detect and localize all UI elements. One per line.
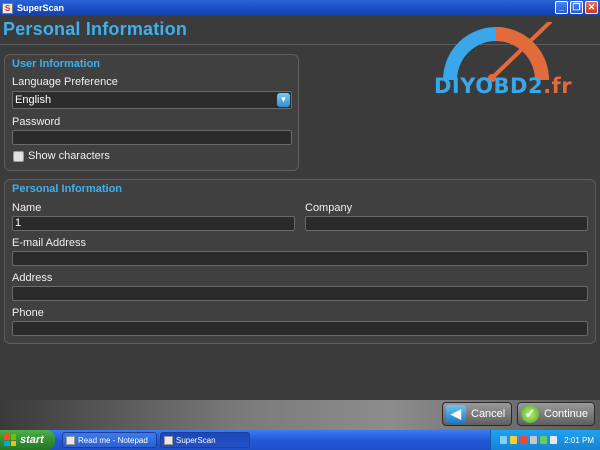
windows-logo-icon — [4, 434, 16, 446]
language-select-value: English — [15, 94, 52, 106]
clock[interactable]: 2:01 PM — [564, 436, 594, 445]
restore-icon[interactable]: ❐ — [570, 1, 583, 14]
language-preference-label: Language Preference — [12, 76, 118, 88]
continue-button[interactable]: ✓ Continue — [517, 402, 595, 426]
cancel-button-label: Cancel — [471, 408, 506, 420]
taskbar-item-notepad[interactable]: Read me - Notepad — [62, 432, 157, 448]
checkmark-icon: ✓ — [521, 405, 539, 423]
user-information-group: User Information Language Preference Eng… — [4, 54, 299, 171]
gauge-icon — [443, 20, 552, 82]
app-content: Personal Information DIYOBD2.fr User Inf… — [0, 16, 600, 430]
tray-info-icon[interactable] — [500, 436, 508, 444]
group-title-user-information: User Information — [12, 58, 101, 70]
window-title: SuperScan — [17, 3, 65, 13]
minimize-icon[interactable]: _ — [555, 1, 568, 14]
tray-network-icon[interactable] — [510, 436, 518, 444]
tray-usb-icon[interactable] — [530, 436, 538, 444]
name-field[interactable]: 1 — [12, 216, 295, 231]
password-label: Password — [12, 116, 61, 128]
window-controls: _ ❐ ✕ — [555, 1, 598, 14]
group-title-personal-information: Personal Information — [12, 183, 123, 195]
cancel-button[interactable]: ◀ Cancel — [442, 402, 512, 426]
tray-security-icon[interactable] — [520, 436, 528, 444]
personal-information-group: Personal Information Name 1 Company E-ma… — [4, 179, 596, 344]
close-icon[interactable]: ✕ — [585, 1, 598, 14]
start-button[interactable]: start — [0, 430, 55, 450]
tray-volume-icon[interactable] — [550, 436, 558, 444]
taskbar-item-superscan[interactable]: SuperScan — [160, 432, 250, 448]
taskbar-item-label: Read me - Notepad — [78, 435, 148, 445]
action-bar: ◀ Cancel ✓ Continue — [0, 400, 600, 430]
name-label: Name — [12, 202, 42, 214]
continue-button-label: Continue — [544, 408, 589, 420]
company-label: Company — [305, 202, 353, 214]
email-label: E-mail Address — [12, 237, 86, 249]
page-title: Personal Information — [3, 19, 188, 39]
tray-app-icon[interactable] — [540, 436, 548, 444]
notepad-icon — [66, 435, 75, 445]
brand-logo: DIYOBD2.fr — [432, 20, 582, 104]
address-field[interactable] — [12, 286, 588, 301]
taskbar: start Read me - Notepad SuperScan 2:01 P… — [0, 430, 600, 450]
start-label: start — [20, 434, 44, 446]
phone-label: Phone — [12, 307, 44, 319]
logo-text: DIYOBD2.fr — [434, 74, 573, 98]
language-select[interactable]: English ▼ — [12, 91, 292, 109]
system-tray: 2:01 PM — [490, 430, 600, 450]
phone-field[interactable] — [12, 321, 588, 336]
arrow-left-icon: ◀ — [446, 405, 466, 423]
chevron-down-icon[interactable]: ▼ — [277, 93, 290, 107]
window-titlebar: S SuperScan _ ❐ ✕ — [0, 0, 600, 16]
show-characters-label: Show characters — [28, 150, 110, 162]
address-label: Address — [12, 272, 53, 284]
password-field[interactable] — [12, 130, 292, 145]
email-field[interactable] — [12, 251, 588, 266]
app-icon: S — [2, 2, 13, 14]
taskbar-item-label: SuperScan — [176, 435, 216, 445]
show-characters-checkbox[interactable] — [13, 151, 24, 162]
company-field[interactable] — [305, 216, 588, 231]
superscan-icon — [164, 435, 173, 445]
